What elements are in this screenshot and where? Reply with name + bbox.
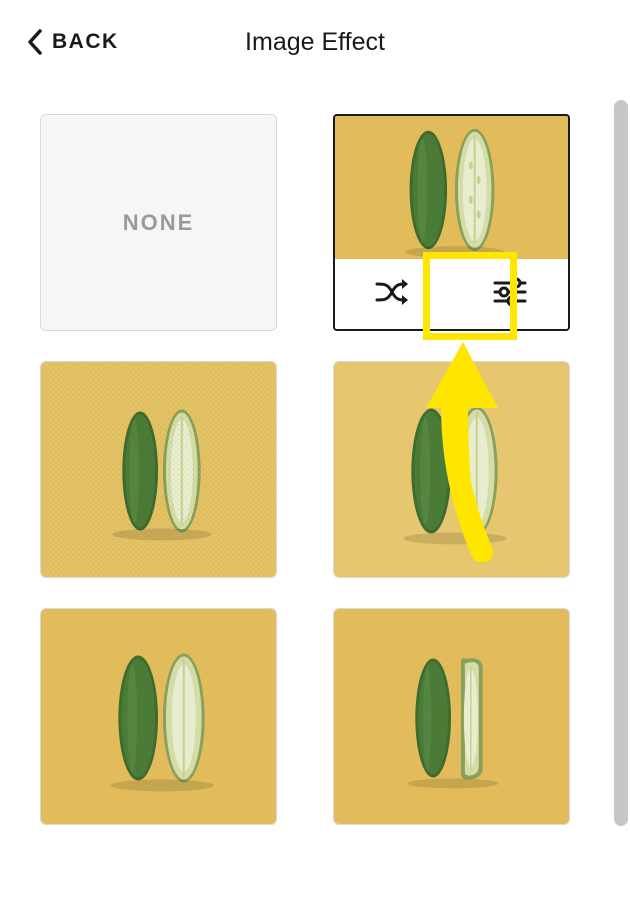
- back-label: BACK: [52, 30, 119, 54]
- back-button[interactable]: BACK: [26, 28, 119, 56]
- effect-preview: [335, 116, 568, 259]
- header: BACK Image Effect: [0, 0, 630, 84]
- adjust-button[interactable]: [452, 259, 569, 329]
- effect-preview: [41, 609, 276, 824]
- effects-grid: NONE: [40, 114, 594, 825]
- effect-preview: [334, 362, 569, 577]
- shuffle-icon: [374, 275, 412, 314]
- scrollbar-thumb[interactable]: [614, 100, 628, 826]
- effect-tile[interactable]: [40, 608, 277, 825]
- content: NONE: [0, 84, 630, 900]
- effect-tile[interactable]: [333, 361, 570, 578]
- effect-preview: [334, 609, 569, 824]
- sliders-icon: [492, 277, 528, 312]
- effect-tile[interactable]: [333, 608, 570, 825]
- page-title: Image Effect: [245, 28, 385, 57]
- effect-tile-none[interactable]: NONE: [40, 114, 277, 331]
- effect-actions: [335, 259, 568, 329]
- shuffle-button[interactable]: [335, 259, 452, 329]
- effect-tile-selected[interactable]: [333, 114, 570, 331]
- effect-preview: [41, 362, 276, 577]
- effect-tile[interactable]: [40, 361, 277, 578]
- none-label: NONE: [123, 210, 195, 236]
- chevron-left-icon: [26, 28, 44, 56]
